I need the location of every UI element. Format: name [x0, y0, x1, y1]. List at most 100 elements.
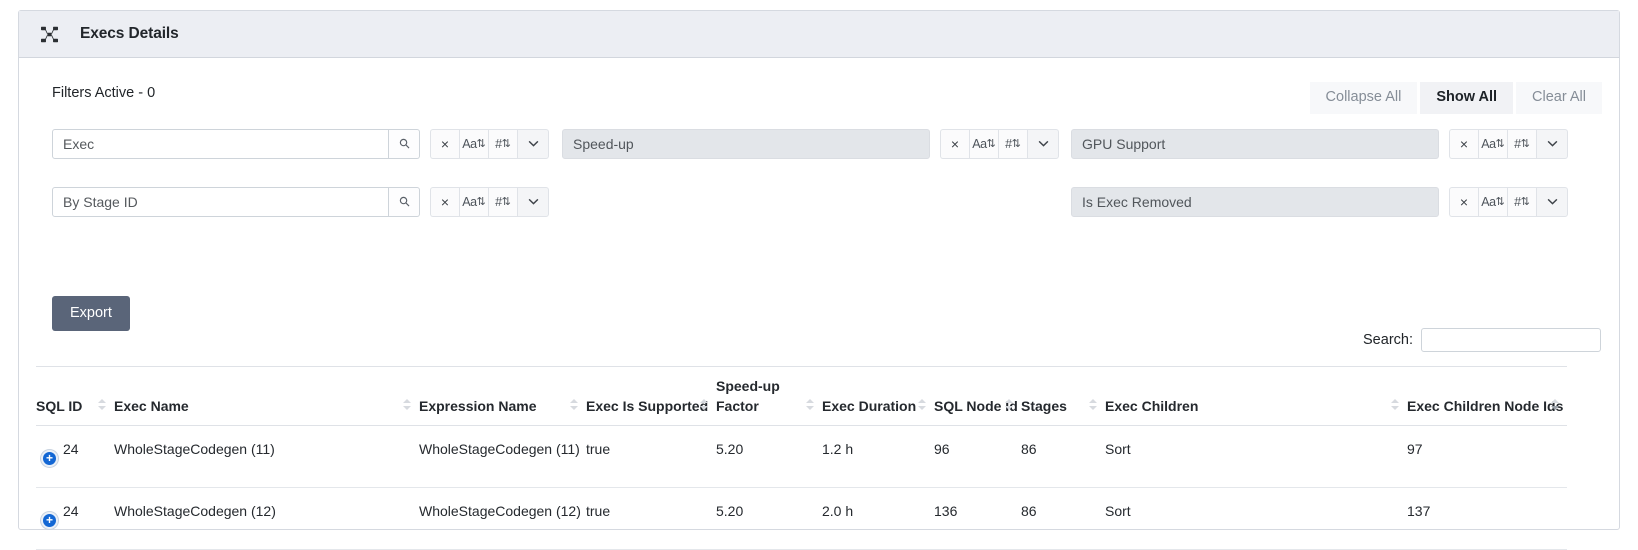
cell-exec-children: Sort: [1105, 487, 1407, 550]
speedup-filter-clear-button[interactable]: ×: [940, 129, 969, 159]
panel-header: Execs Details: [19, 11, 1619, 58]
gpu-support-filter-sort-numeric-button[interactable]: # ⇅: [1507, 129, 1536, 159]
by-stage-id-filter-sort-numeric-button[interactable]: # ⇅: [488, 187, 517, 217]
by-stage-id-filter-search-button[interactable]: [389, 187, 420, 217]
speedup-filter-actions: × Aa ⇅ # ⇅: [940, 129, 1059, 159]
is-exec-removed-filter-clear-button[interactable]: ×: [1449, 187, 1478, 217]
cell-exec-is-supported: true: [586, 487, 716, 550]
is-exec-removed-filter-sort-alpha-button[interactable]: Aa ⇅: [1478, 187, 1507, 217]
close-icon: ×: [1459, 194, 1469, 210]
cell-exec-children-node-ids: 97: [1407, 425, 1567, 488]
chevron-down-icon: [528, 139, 539, 150]
sort-alpha-icon: Aa ⇅: [462, 195, 486, 209]
is-exec-removed-filter-dropdown-button[interactable]: [1536, 187, 1568, 217]
filter-exec: × Aa⇅ #⇅: [52, 129, 549, 159]
chevron-down-icon: [1547, 197, 1558, 208]
cell-sql-id: + 24: [36, 487, 114, 550]
exec-filter-dropdown-button[interactable]: [517, 129, 549, 159]
project-diagram-icon: [41, 26, 58, 43]
column-header-exec-children[interactable]: Exec Children: [1105, 366, 1407, 426]
page-title: Execs Details: [80, 25, 179, 42]
gpu-support-filter-field[interactable]: GPU Support: [1071, 129, 1439, 159]
column-header-stages[interactable]: Stages: [1021, 366, 1105, 426]
filter-gpu-support: GPU Support × Aa ⇅ # ⇅: [1071, 129, 1568, 159]
column-header-exec-name[interactable]: Exec Name: [114, 366, 419, 426]
gpu-support-filter-dropdown-button[interactable]: [1536, 129, 1568, 159]
is-exec-removed-filter-field[interactable]: Is Exec Removed: [1071, 187, 1439, 217]
expand-row-icon[interactable]: +: [41, 449, 58, 467]
is-exec-removed-filter-sort-numeric-button[interactable]: # ⇅: [1507, 187, 1536, 217]
column-header-exec-duration[interactable]: Exec Duration: [822, 366, 934, 426]
table-search-label: Search:: [1363, 332, 1413, 348]
cell-expression-name: WholeStageCodegen (11): [419, 425, 586, 488]
cell-exec-children: Sort: [1105, 425, 1407, 488]
by-stage-id-filter-sort-alpha-button[interactable]: Aa ⇅: [459, 187, 488, 217]
gpu-support-filter-clear-button[interactable]: ×: [1449, 129, 1478, 159]
expand-row-icon[interactable]: +: [41, 511, 58, 529]
cell-stages: 86: [1021, 425, 1105, 488]
table-header-row: SQL ID Exec Name Expression Name Exec Is…: [36, 366, 1567, 426]
sort-numeric-icon: # ⇅: [495, 195, 511, 209]
sort-numeric-icon: # ⇅: [495, 137, 511, 151]
column-header-expression-name[interactable]: Expression Name: [419, 366, 586, 426]
sort-indicator-icon: [806, 397, 815, 413]
column-header-sql-node-id[interactable]: SQL Node Id: [934, 366, 1021, 426]
column-header-sql-id[interactable]: SQL ID: [36, 366, 114, 426]
exec-filter-sort-alpha-button[interactable]: Aa ⇅: [459, 129, 488, 159]
by-stage-id-filter-input[interactable]: [52, 187, 389, 217]
cell-exec-name: WholeStageCodegen (11): [114, 425, 419, 488]
is-exec-removed-filter-placeholder: Is Exec Removed: [1082, 194, 1192, 210]
speedup-filter-sort-numeric-button[interactable]: # ⇅: [998, 129, 1027, 159]
column-header-label: SQL Node Id: [934, 397, 1018, 414]
cell-speedup-factor: 5.20: [716, 487, 822, 550]
sort-numeric-icon: # ⇅: [1514, 195, 1530, 209]
table-search-input[interactable]: [1421, 328, 1601, 352]
magnifier-icon: [399, 137, 410, 152]
chevron-down-icon: [1038, 139, 1049, 150]
by-stage-id-filter-dropdown-button[interactable]: [517, 187, 549, 217]
exec-filter-actions: × Aa ⇅ # ⇅: [430, 129, 549, 159]
magnifier-icon: [399, 195, 410, 210]
cell-speedup-factor: 5.20: [716, 425, 822, 488]
sort-indicator-icon: [1089, 397, 1098, 413]
column-header-label: Expression Name: [419, 397, 537, 414]
cell-exec-name: WholeStageCodegen (12): [114, 487, 419, 550]
collapse-all-button[interactable]: Collapse All: [1309, 82, 1418, 115]
cell-sql-node-id: 136: [934, 487, 1021, 550]
sort-numeric-icon: # ⇅: [1514, 137, 1530, 151]
exec-filter-input[interactable]: [52, 129, 389, 159]
by-stage-id-filter-clear-button[interactable]: ×: [430, 187, 459, 217]
speedup-filter-field[interactable]: Speed-up: [562, 129, 930, 159]
sort-indicator-icon: [918, 397, 927, 413]
speedup-filter-dropdown-button[interactable]: [1027, 129, 1059, 159]
sort-indicator-icon: [1391, 397, 1400, 413]
show-all-button[interactable]: Show All: [1420, 82, 1513, 115]
close-icon: ×: [1459, 136, 1469, 152]
cell-expression-name: WholeStageCodegen (12): [419, 487, 586, 550]
speedup-filter-sort-alpha-button[interactable]: Aa ⇅: [969, 129, 998, 159]
cell-stages: 86: [1021, 487, 1105, 550]
cell-exec-children-node-ids: 137: [1407, 487, 1567, 550]
column-header-label: Exec Duration: [822, 397, 917, 414]
sort-alpha-icon: Aa ⇅: [1481, 137, 1505, 151]
exec-filter-clear-button[interactable]: ×: [430, 129, 459, 159]
by-stage-id-filter-actions: × Aa ⇅ # ⇅: [430, 187, 549, 217]
column-header-speedup-factor[interactable]: Speed-up Factor: [716, 366, 822, 426]
exec-filter-search-button[interactable]: [389, 129, 420, 159]
execs-table-container: SQL ID Exec Name Expression Name Exec Is…: [36, 366, 1567, 550]
export-button[interactable]: Export: [52, 296, 130, 331]
filter-speedup: Speed-up × Aa ⇅ # ⇅: [562, 129, 1059, 159]
filters-toolbar: Filters Active - 0 Collapse All Show All…: [35, 82, 1603, 116]
column-header-label: Stages: [1021, 397, 1067, 414]
sort-alpha-icon: Aa ⇅: [972, 137, 996, 151]
exec-filter-sort-numeric-button[interactable]: # ⇅: [488, 129, 517, 159]
column-header-exec-children-node-ids[interactable]: Exec Children Node Ids: [1407, 366, 1567, 426]
column-header-exec-is-supported[interactable]: Exec Is Supported: [586, 366, 716, 426]
cell-exec-is-supported: true: [586, 425, 716, 488]
column-header-label: Exec Children Node Ids: [1407, 397, 1564, 414]
filter-is-exec-removed: Is Exec Removed × Aa ⇅ # ⇅: [1071, 187, 1568, 217]
clear-all-button[interactable]: Clear All: [1516, 82, 1602, 115]
column-header-label: Exec Children: [1105, 397, 1199, 414]
gpu-support-filter-sort-alpha-button[interactable]: Aa ⇅: [1478, 129, 1507, 159]
execs-details-panel: Execs Details Filters Active - 0 Collaps…: [18, 10, 1620, 550]
